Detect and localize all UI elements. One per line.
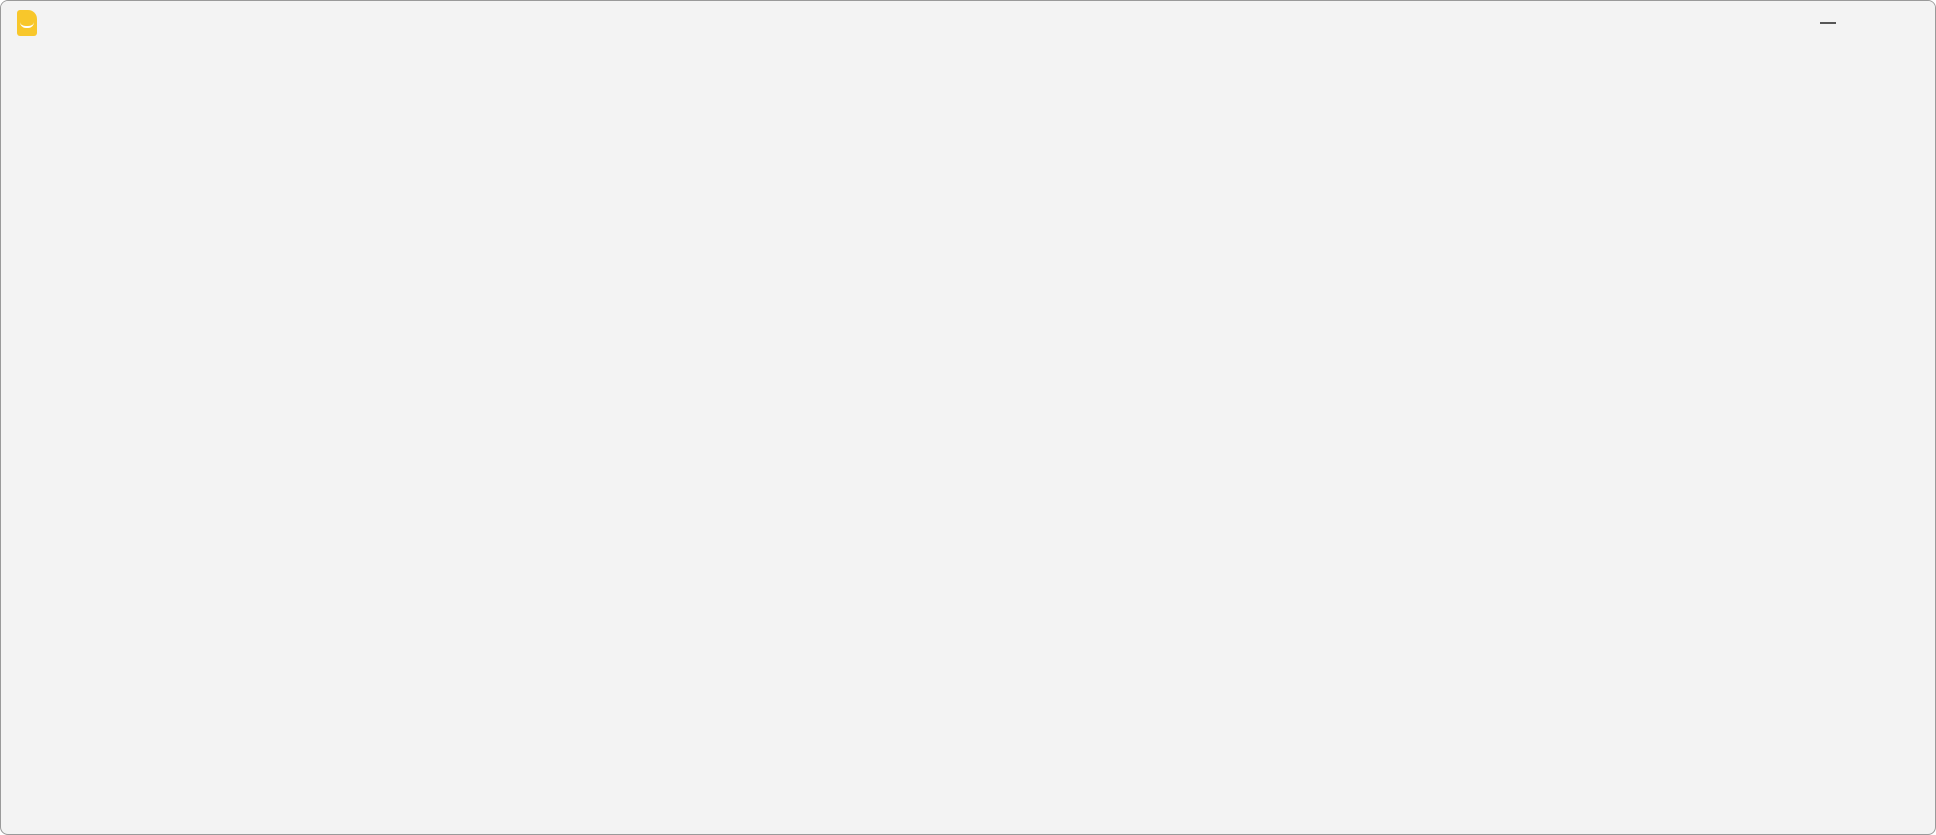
title-bar	[1, 1, 1935, 45]
banana-logo-icon	[17, 10, 37, 36]
app-window	[0, 0, 1936, 835]
